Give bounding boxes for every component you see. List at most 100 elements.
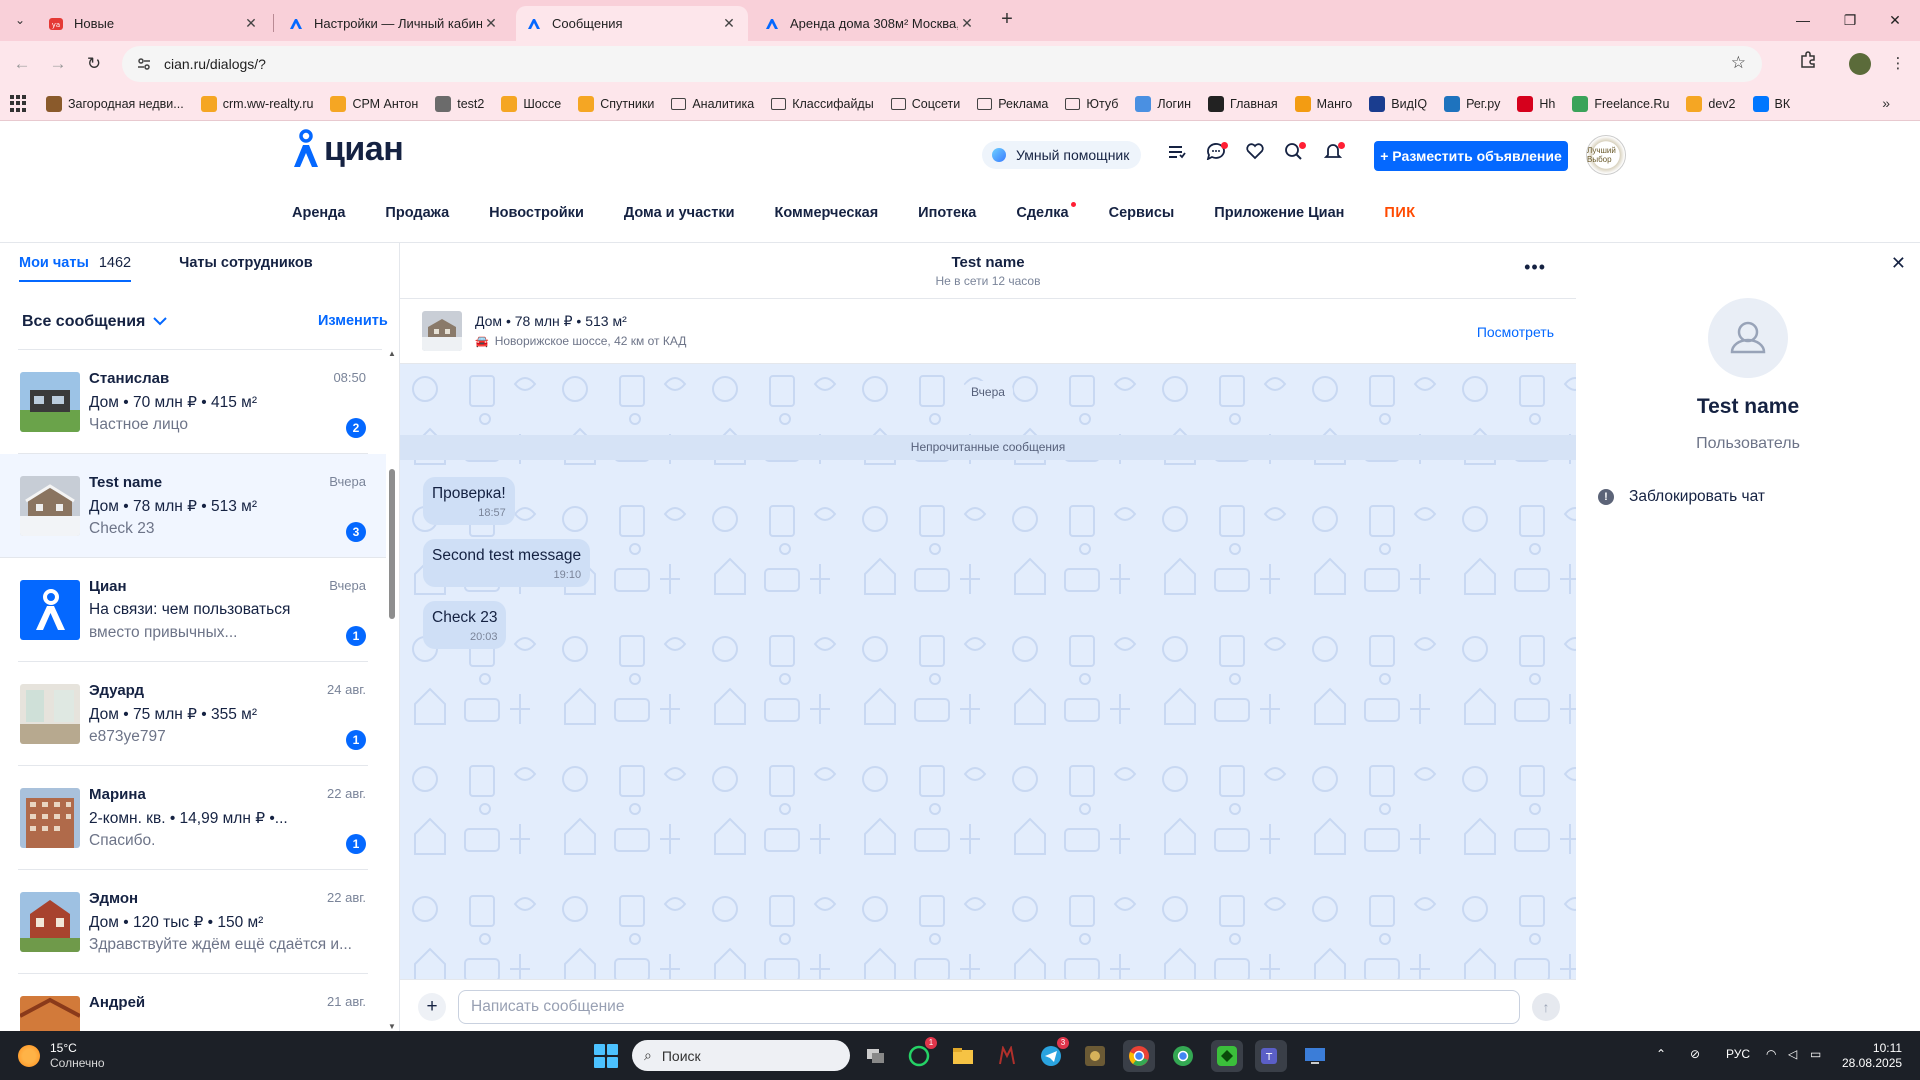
block-chat-button[interactable]: ! Заблокировать чат: [1598, 488, 1765, 506]
nav-services[interactable]: Сервисы: [1109, 205, 1175, 221]
edit-chats-button[interactable]: Изменить: [318, 313, 388, 329]
task-view-icon[interactable]: [860, 1040, 892, 1072]
bookmark-item[interactable]: Freelance.Ru: [1572, 95, 1669, 112]
bookmark-item[interactable]: ВидIQ: [1369, 95, 1427, 112]
scroll-down-icon[interactable]: ▼: [387, 1022, 397, 1031]
post-ad-button[interactable]: + Разместить объявление: [1374, 141, 1568, 171]
more-options-icon[interactable]: •••: [1524, 257, 1546, 278]
bookmark-item[interactable]: Соцсети: [890, 97, 960, 111]
tab-settings[interactable]: Настройки — Личный кабинет ✕: [278, 6, 510, 41]
minimize-icon[interactable]: —: [1780, 6, 1826, 34]
extensions-icon[interactable]: [1794, 50, 1822, 78]
system-clock[interactable]: 10:11 28.08.2025: [1842, 1041, 1902, 1071]
saved-search-icon[interactable]: [1281, 142, 1307, 168]
address-bar[interactable]: cian.ru/dialogs/? ☆: [122, 46, 1762, 82]
chat-list-item[interactable]: Эдмон 22 авг. Дом • 120 тыс ₽ • 150 м² Здра…: [18, 870, 368, 974]
bookmark-item[interactable]: dev2: [1686, 95, 1736, 112]
nav-new-buildings[interactable]: Новостройки: [489, 205, 584, 221]
reload-icon[interactable]: ↻: [80, 50, 108, 78]
bookmark-item[interactable]: Шоссе: [501, 95, 561, 112]
close-tab-icon[interactable]: ✕: [720, 15, 738, 32]
nav-app[interactable]: Приложение Циан: [1214, 205, 1344, 221]
battery-icon[interactable]: ▭: [1810, 1047, 1821, 1061]
scrollbar-thumb[interactable]: [389, 469, 395, 619]
user-avatar[interactable]: Лучший Выбор: [1586, 135, 1626, 175]
bookmark-item[interactable]: СРМ Антон: [330, 95, 418, 112]
language-indicator[interactable]: РУС: [1726, 1047, 1750, 1061]
restore-icon[interactable]: ❐: [1827, 6, 1873, 34]
back-icon[interactable]: ←: [8, 50, 36, 78]
compare-list-icon[interactable]: [1164, 142, 1190, 168]
bookmark-item[interactable]: Аналитика: [671, 97, 754, 111]
message-bubble[interactable]: Проверка! 18:57: [423, 477, 515, 525]
site-info-icon[interactable]: [136, 56, 152, 72]
messages-filter-dropdown[interactable]: Все сообщения: [22, 313, 168, 331]
teams-icon[interactable]: T: [1255, 1040, 1287, 1072]
chat-list-item[interactable]: Циан Вчера На связи: чем пользоваться вмест…: [18, 558, 368, 662]
notifications-bell-icon[interactable]: [1320, 142, 1346, 168]
favorites-heart-icon[interactable]: [1242, 142, 1268, 168]
chat-list-item[interactable]: Test name Вчера Дом • 78 млн ₽ • 513 м² Che…: [0, 454, 386, 558]
nav-houses[interactable]: Дома и участки: [624, 205, 735, 221]
bookmark-item[interactable]: Спутники: [578, 95, 654, 112]
bookmark-item[interactable]: Главная: [1208, 95, 1278, 112]
remote-desktop-icon[interactable]: [1299, 1040, 1331, 1072]
close-tab-icon[interactable]: ✕: [482, 15, 500, 32]
nav-rent[interactable]: Аренда: [292, 205, 345, 221]
bookmark-item[interactable]: Ютуб: [1065, 97, 1118, 111]
chat-list-scrollbar[interactable]: ▲ ▼: [387, 349, 397, 1031]
wifi-icon[interactable]: ◠: [1766, 1047, 1776, 1061]
file-explorer-icon[interactable]: [947, 1040, 979, 1072]
apps-grid-icon[interactable]: [10, 94, 28, 113]
chrome-profile-icon[interactable]: [1167, 1040, 1199, 1072]
nav-deal[interactable]: Сделка: [1016, 202, 1076, 221]
bookmark-item[interactable]: Классифайды: [771, 97, 874, 111]
tab-messages[interactable]: Сообщения ✕: [516, 6, 748, 41]
message-bubble[interactable]: Check 23 20:03: [423, 601, 507, 649]
bookmark-item[interactable]: crm.ww-realty.ru: [200, 95, 313, 112]
message-bubble[interactable]: Second test message 19:10: [423, 539, 591, 587]
scroll-up-icon[interactable]: ▲: [387, 349, 397, 359]
volume-icon[interactable]: ◁: [1788, 1047, 1797, 1061]
chrome-icon[interactable]: [1123, 1040, 1155, 1072]
chat-list-item[interactable]: Андрей 21 авг.: [18, 974, 368, 1031]
chat-list-item[interactable]: Станислав 08:50 Дом • 70 млн ₽ • 415 м² Час…: [18, 350, 368, 454]
windows-start-icon[interactable]: [594, 1044, 618, 1068]
tab-my-chats[interactable]: Мои чаты 1462: [19, 255, 132, 282]
green-app-icon[interactable]: [1211, 1040, 1243, 1072]
tab-rental[interactable]: Аренда дома 308м² Москва, Т ✕: [754, 6, 986, 41]
chat-icon[interactable]: [1203, 142, 1229, 168]
weather-widget[interactable]: 15°C Солнечно: [18, 1041, 105, 1071]
profile-avatar-icon[interactable]: [1846, 50, 1874, 78]
message-input[interactable]: Написать сообщение: [458, 990, 1520, 1024]
bookmark-item[interactable]: Реклама: [977, 97, 1048, 111]
nav-commercial[interactable]: Коммерческая: [775, 205, 879, 221]
nav-sale[interactable]: Продажа: [385, 205, 449, 221]
tab-mail[interactable]: ya Новые ✕: [38, 6, 270, 41]
attach-plus-icon[interactable]: +: [418, 993, 446, 1021]
forward-icon[interactable]: →: [44, 50, 72, 78]
app-icon[interactable]: [1079, 1040, 1111, 1072]
bookmark-item[interactable]: Рег.ру: [1444, 95, 1500, 112]
chat-list-item[interactable]: Эдуард 24 авг. Дом • 75 млн ₽ • 355 м² e873…: [18, 662, 368, 766]
view-offer-link[interactable]: Посмотреть: [1477, 324, 1554, 340]
smart-assistant-button[interactable]: Умный помощник: [982, 141, 1142, 169]
bookmark-item[interactable]: ВК: [1752, 95, 1790, 112]
nav-pik[interactable]: ПИК: [1384, 205, 1415, 221]
close-tab-icon[interactable]: ✕: [958, 15, 976, 32]
offer-thumbnail[interactable]: [422, 311, 462, 351]
tab-staff-chats[interactable]: Чаты сотрудников: [179, 255, 313, 282]
bookmarks-more-icon[interactable]: »: [1882, 95, 1890, 111]
game-app-icon[interactable]: [991, 1040, 1023, 1072]
tray-expand-icon[interactable]: ⌃: [1656, 1047, 1666, 1061]
bookmark-star-icon[interactable]: ☆: [1731, 53, 1746, 73]
bookmark-item[interactable]: Загородная недви...: [46, 95, 184, 112]
chat-list-item[interactable]: Марина 22 авг. 2-комн. кв. • 14,99 млн ₽ •…: [18, 766, 368, 870]
menu-kebab-icon[interactable]: ⋮: [1884, 50, 1912, 78]
network-off-icon[interactable]: ⊘: [1690, 1047, 1700, 1061]
telegram-icon[interactable]: 3: [1035, 1037, 1069, 1072]
bookmark-item[interactable]: test2: [435, 95, 484, 112]
cian-logo[interactable]: циан: [290, 129, 404, 169]
close-tab-icon[interactable]: ✕: [242, 15, 260, 32]
taskbar-search[interactable]: ⌕ Поиск: [632, 1040, 850, 1071]
